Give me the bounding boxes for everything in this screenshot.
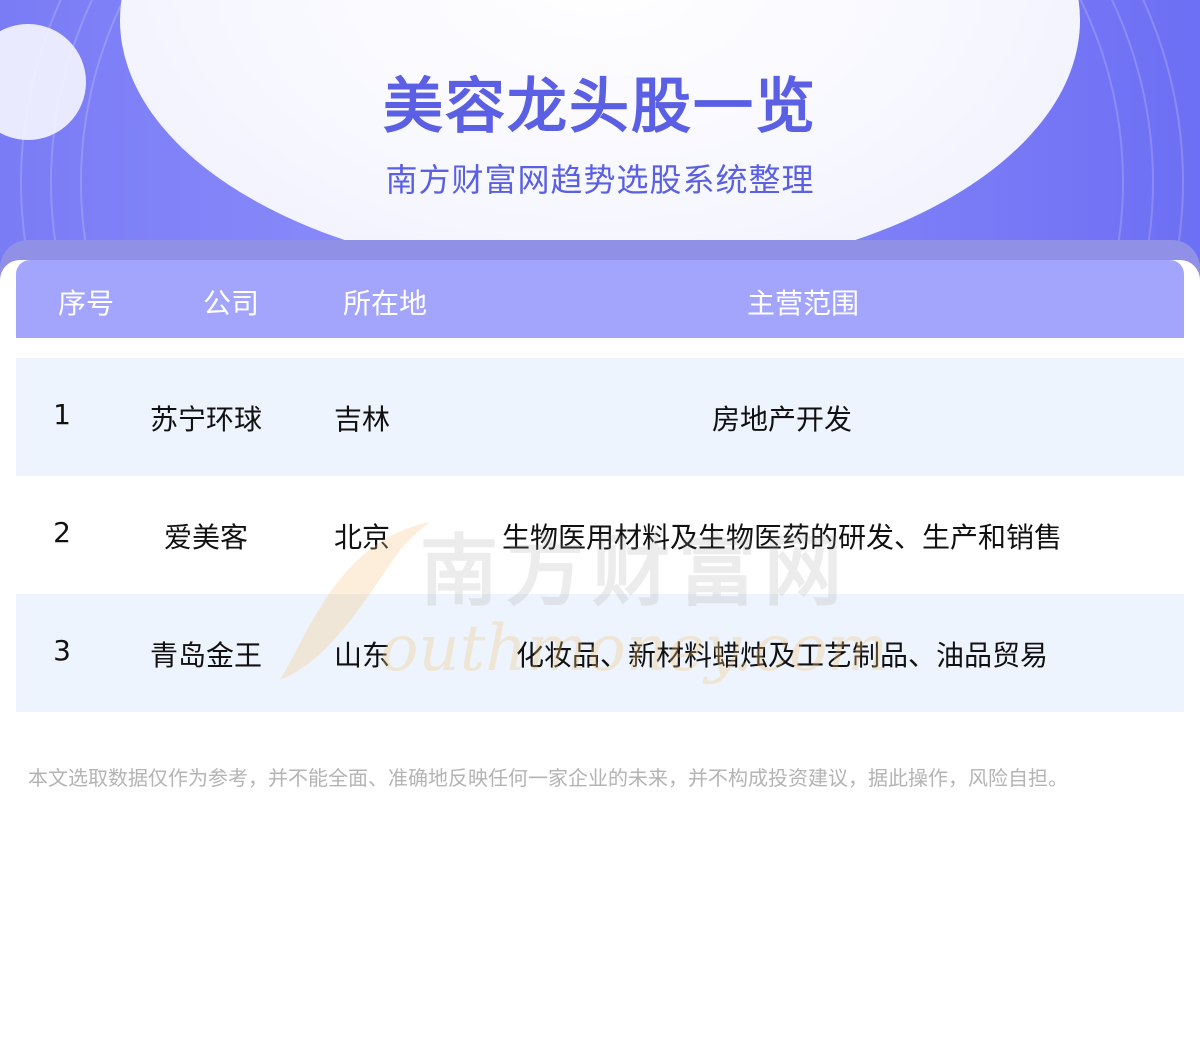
business-scope: 化妆品、新材料蜡烛及工艺制品、油品贸易: [515, 639, 1048, 672]
page-title: 美容龙头股一览: [383, 72, 817, 142]
company-name: 爱美客: [163, 521, 248, 554]
company-location: 吉林: [333, 403, 390, 436]
table-header-row: 序号 公司 所在地 主营范围: [16, 260, 1184, 338]
company-name: 青岛金王: [149, 639, 262, 672]
company-name: 苏宁环球: [149, 403, 262, 436]
row-index: 1: [53, 398, 71, 431]
column-header-company: 公司: [203, 287, 260, 320]
row-index: 2: [53, 516, 71, 549]
column-header-index: 序号: [58, 287, 115, 320]
disclaimer-text: 本文选取数据仅作为参考，并不能全面、准确地反映任何一家企业的未来，并不构成投资建…: [28, 766, 1068, 790]
table-row: 1 苏宁环球 吉林 房地产开发: [16, 358, 1184, 476]
column-header-scope: 主营范围: [747, 287, 860, 320]
header-banner: 美容龙头股一览 南方财富网趋势选股系统整理: [0, 0, 1200, 300]
row-index: 3: [53, 634, 71, 667]
company-location: 山东: [333, 639, 390, 672]
page-subtitle: 南方财富网趋势选股系统整理: [385, 161, 815, 199]
business-scope: 房地产开发: [711, 403, 852, 436]
table-row: 2 爱美客 北京 生物医用材料及生物医药的研发、生产和销售: [16, 476, 1184, 594]
table-row: 3 青岛金王 山东 化妆品、新材料蜡烛及工艺制品、油品贸易: [16, 594, 1184, 712]
company-location: 北京: [333, 521, 390, 554]
business-scope: 生物医用材料及生物医药的研发、生产和销售: [501, 521, 1062, 554]
column-header-location: 所在地: [343, 287, 428, 320]
